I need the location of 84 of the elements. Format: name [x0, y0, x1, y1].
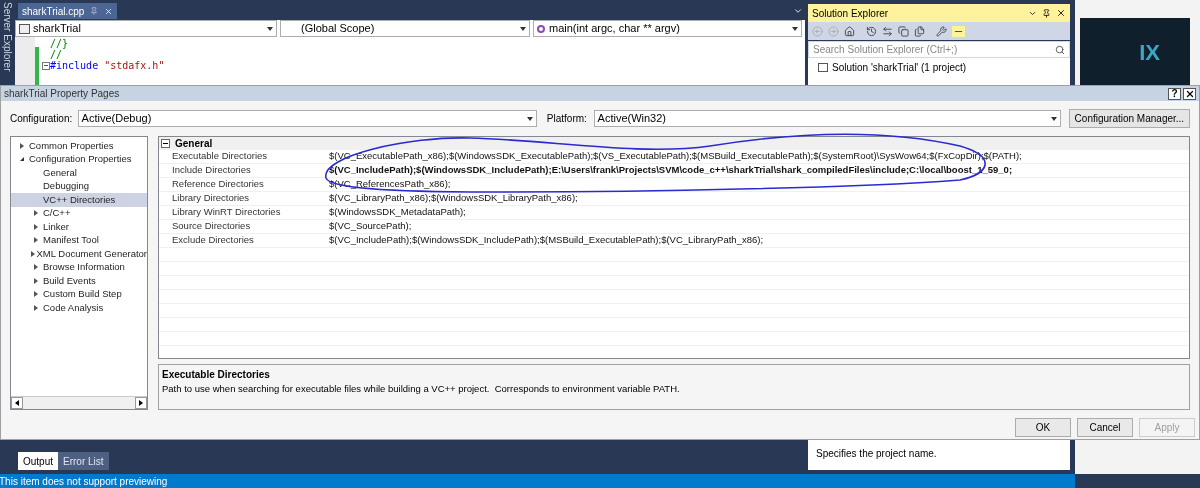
scroll-left-button[interactable]: [11, 397, 23, 409]
collapse-icon[interactable]: [161, 139, 170, 148]
expanded-arrow-icon[interactable]: [20, 157, 24, 162]
close-icon[interactable]: [1183, 87, 1196, 100]
tree-item[interactable]: Code Analysis: [11, 301, 147, 315]
tree-item[interactable]: Common Properties: [11, 139, 147, 153]
copy-icon[interactable]: [898, 25, 909, 37]
files-icon[interactable]: [914, 25, 925, 37]
help-icon[interactable]: ?: [1168, 87, 1181, 100]
tree-item[interactable]: Build Events: [11, 274, 147, 288]
collapsed-arrow-icon[interactable]: [34, 237, 38, 244]
tree-item[interactable]: C/C++: [11, 206, 147, 220]
wrench-icon[interactable]: [936, 25, 947, 37]
dialog-title: sharkTrial Property Pages: [4, 87, 121, 101]
property-value[interactable]: $(WindowsSDK_MetadataPath);: [329, 205, 466, 220]
collapsed-arrow-icon[interactable]: [34, 210, 38, 217]
panel-title: Solution Explorer: [812, 6, 890, 21]
tree-item[interactable]: Linker: [11, 220, 147, 234]
property-value[interactable]: $(VC_SourcePath);: [329, 219, 412, 234]
dropdown-caret-icon: [267, 26, 273, 31]
description-title: Executable Directories: [162, 368, 270, 382]
code-line: //: [49, 49, 63, 60]
property-name[interactable]: Include Directories: [159, 163, 329, 178]
minus-icon[interactable]: [952, 25, 965, 37]
navigation-dropdown[interactable]: main(int argc, char ** argv): [533, 20, 802, 37]
close-icon[interactable]: [1056, 8, 1066, 18]
configuration-label: Configuration:: [10, 112, 74, 126]
dropdown-caret-icon: [520, 26, 526, 31]
property-name[interactable]: Executable Directories: [159, 149, 329, 164]
tree-item[interactable]: Debugging: [11, 179, 147, 193]
status-text: This item does not support previewing: [0, 474, 168, 488]
solution-item[interactable]: Solution 'sharkTrial' (1 project): [818, 61, 967, 74]
code-line: //}: [49, 38, 69, 49]
collapsed-arrow-icon[interactable]: [34, 277, 38, 284]
history-icon[interactable]: [866, 25, 877, 37]
tree-item[interactable]: VC++ Directories: [11, 193, 147, 207]
logo-text: IX: [1139, 42, 1160, 64]
search-field[interactable]: Search Solution Explorer (Ctrl+;): [808, 41, 1070, 58]
property-name[interactable]: Reference Directories: [159, 177, 329, 192]
navigation-dropdown[interactable]: (Global Scope): [280, 20, 530, 37]
property-value[interactable]: $(VC_LibraryPath_x86);$(WindowsSDK_LibraryPath_x86);: [329, 191, 578, 206]
description-text: Specifies the project name.: [816, 448, 937, 459]
panel-tab[interactable]: Error List: [58, 452, 109, 470]
property-name[interactable]: Library WinRT Directories: [159, 205, 329, 220]
section-header[interactable]: General: [175, 136, 213, 151]
collapsed-arrow-icon[interactable]: [34, 291, 38, 298]
tree-item[interactable]: Custom Build Step: [11, 287, 147, 301]
function-icon: [537, 24, 545, 33]
dropdown-caret-icon: [792, 26, 798, 31]
collapsed-arrow-icon[interactable]: [20, 142, 24, 149]
navigation-dropdown[interactable]: sharkTrial: [15, 20, 277, 37]
sync-icon[interactable]: [882, 25, 893, 37]
project-icon: [19, 23, 30, 34]
configuration-manager-button[interactable]: Configuration Manager...: [1068, 109, 1190, 128]
platform-label: Platform:: [546, 112, 588, 126]
tree-item[interactable]: Manifest Tool: [11, 233, 147, 247]
property-name[interactable]: Source Directories: [159, 219, 329, 234]
search-icon[interactable]: [1055, 44, 1065, 55]
dropdown-caret-icon: [1050, 116, 1057, 121]
collapsed-arrow-icon[interactable]: [34, 223, 38, 230]
tree-item[interactable]: Configuration Properties: [11, 152, 147, 166]
panel-tab[interactable]: Output: [18, 452, 59, 470]
property-name[interactable]: Library Directories: [159, 191, 329, 206]
tree-item[interactable]: Browse Information: [11, 260, 147, 274]
fold-icon[interactable]: [42, 61, 50, 70]
dialog-button[interactable]: Cancel: [1077, 418, 1133, 437]
description-text: Path to use when searching for executable files while building a VC++ project. Corresponds to environment variable PATH.: [162, 382, 680, 396]
horizontal-scrollbar[interactable]: [11, 396, 147, 409]
change-marker: [35, 47, 39, 87]
collapsed-arrow-icon[interactable]: [34, 304, 38, 311]
tree-item[interactable]: XML Document Generator: [11, 247, 147, 261]
collapsed-arrow-icon[interactable]: [34, 264, 38, 271]
pin-icon[interactable]: [1042, 8, 1051, 18]
dropdown-caret-icon: [526, 116, 533, 121]
property-name[interactable]: Exclude Directories: [159, 233, 329, 248]
scroll-right-button[interactable]: [135, 397, 147, 409]
tree-item[interactable]: General: [11, 166, 147, 180]
collapsed-arrow-icon[interactable]: [30, 250, 35, 257]
home-icon[interactable]: [844, 25, 855, 37]
dialog-button[interactable]: OK: [1015, 418, 1071, 437]
property-value[interactable]: $(VC_IncludePath);$(WindowsSDK_IncludePath);$(MSBuild_ExecutablePath);$(VC_LibraryPath_x86);: [329, 233, 764, 248]
configuration-dropdown[interactable]: Active(Debug): [77, 110, 537, 127]
code-line: #include "stdafx.h": [50, 60, 165, 71]
platform-dropdown[interactable]: Active(Win32): [593, 110, 1061, 127]
